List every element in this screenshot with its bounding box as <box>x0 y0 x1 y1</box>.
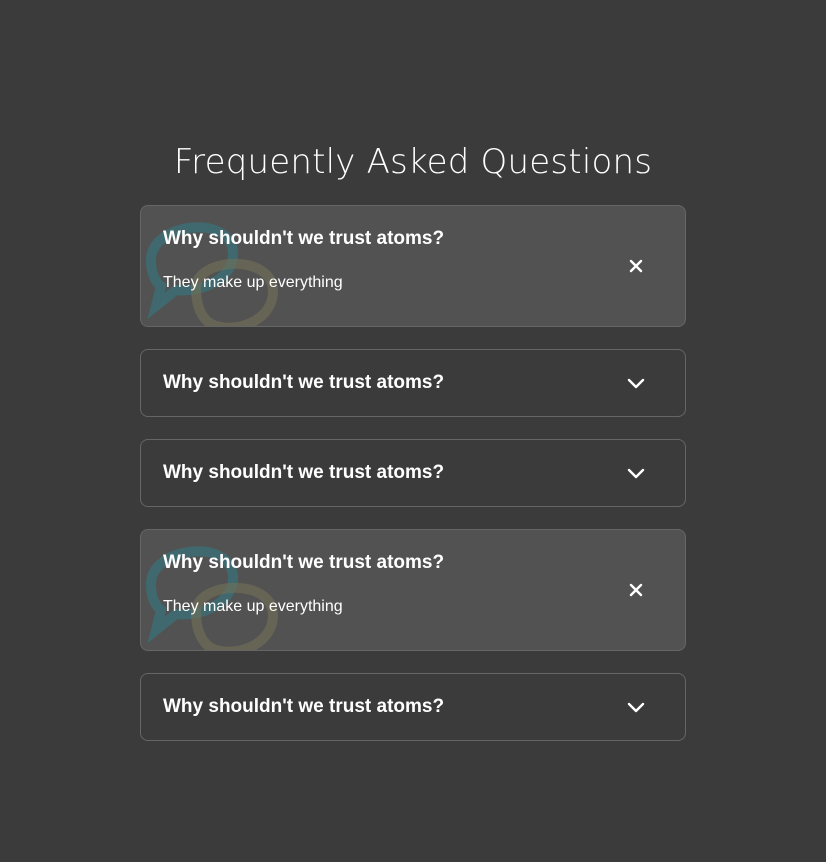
faq-question: Why shouldn't we trust atoms? <box>163 462 445 483</box>
collapse-button[interactable] <box>625 255 647 277</box>
faq-list: Why shouldn't we trust atoms? They make … <box>140 205 686 763</box>
collapse-button[interactable] <box>625 579 647 601</box>
expand-button[interactable] <box>625 462 647 484</box>
close-icon <box>629 259 643 273</box>
faq-question: Why shouldn't we trust atoms? <box>163 552 445 573</box>
chevron-down-icon <box>627 378 645 389</box>
faq-answer: They make up everything <box>163 598 343 615</box>
faq-item[interactable]: Why shouldn't we trust atoms? <box>140 673 686 741</box>
close-icon <box>629 583 643 597</box>
faq-item[interactable]: Why shouldn't we trust atoms? <box>140 439 686 507</box>
expand-button[interactable] <box>625 372 647 394</box>
faq-question: Why shouldn't we trust atoms? <box>163 228 445 249</box>
faq-item[interactable]: Why shouldn't we trust atoms? They make … <box>140 205 686 327</box>
faq-question: Why shouldn't we trust atoms? <box>163 696 445 717</box>
expand-button[interactable] <box>625 696 647 718</box>
chat-bubbles-icon <box>145 546 278 650</box>
chevron-down-icon <box>627 468 645 479</box>
faq-item[interactable]: Why shouldn't we trust atoms? <box>140 349 686 417</box>
faq-answer: They make up everything <box>163 274 343 291</box>
page-title: Frequently Asked Questions <box>173 142 653 182</box>
faq-item[interactable]: Why shouldn't we trust atoms? They make … <box>140 529 686 651</box>
faq-question: Why shouldn't we trust atoms? <box>163 372 445 393</box>
chevron-down-icon <box>627 702 645 713</box>
chat-bubbles-icon <box>145 222 278 326</box>
